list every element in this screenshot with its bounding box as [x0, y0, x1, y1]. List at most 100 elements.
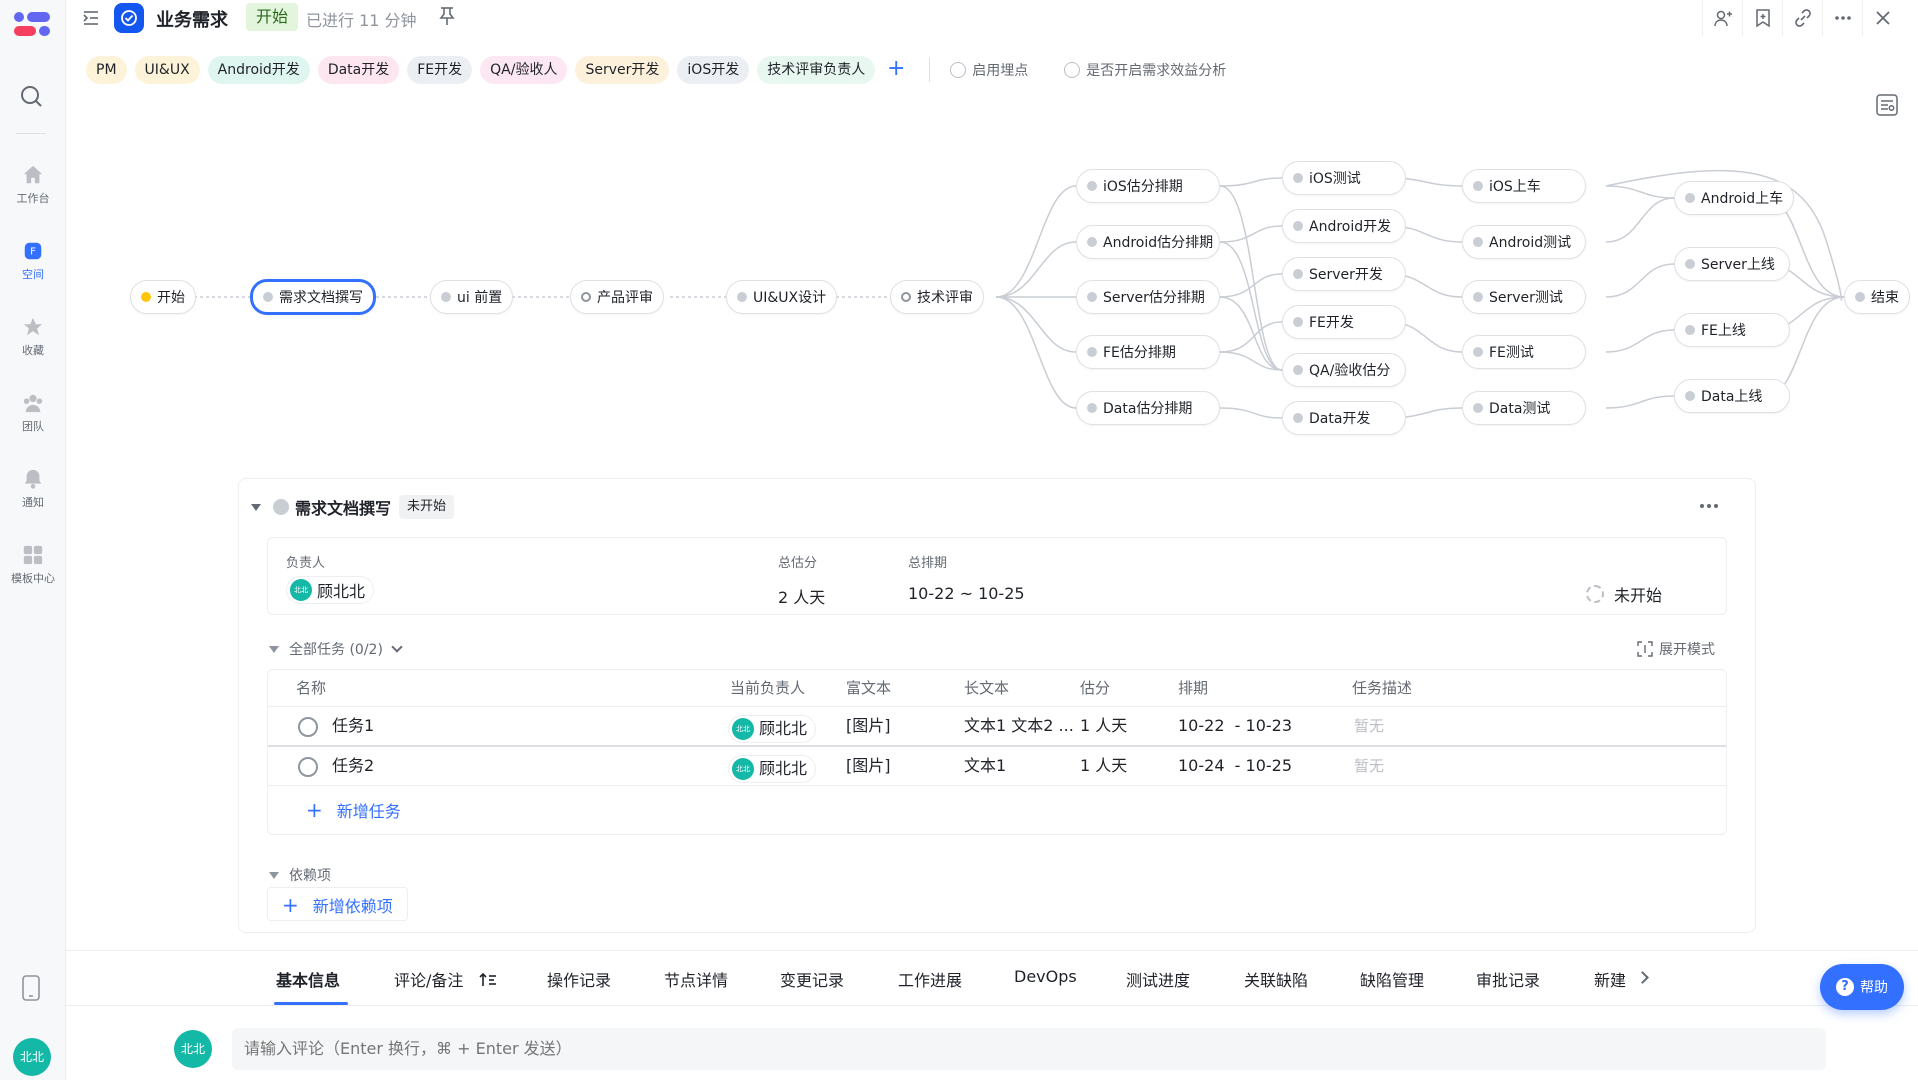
node-more-icon[interactable] [1699, 503, 1719, 509]
tab-basic-info[interactable]: 基本信息 [276, 967, 340, 991]
flow-node-server-test[interactable]: Server测试 [1462, 280, 1586, 314]
rail-item-notifications[interactable]: 通知 [0, 468, 66, 510]
sort-icon[interactable] [478, 972, 497, 988]
copy-link-button[interactable] [1782, 0, 1822, 36]
tab-comments[interactable]: 评论/备注 [394, 967, 497, 991]
flow-node-doc[interactable]: 需求文档撰写 [250, 279, 376, 315]
flow-node-end[interactable]: 结束 [1844, 280, 1910, 314]
bookmark-button[interactable] [1742, 0, 1782, 36]
flow-node-server-online[interactable]: Server上线 [1674, 247, 1790, 281]
add-task-button[interactable]: + 新增任务 [306, 798, 401, 822]
deps-caret-icon[interactable] [269, 871, 279, 879]
table-row[interactable]: 任务1 北北 顾北北 [图片] 文本1 文本2 ... 1 人天 10-22 - … [268, 707, 1726, 745]
task-description[interactable]: 暂无 [1354, 707, 1384, 745]
task-rich-text[interactable]: [图片] [846, 747, 891, 785]
task-owner[interactable]: 北北 顾北北 [728, 712, 817, 743]
deps-section-header[interactable]: 依赖项 [269, 865, 331, 885]
search-icon[interactable] [19, 84, 43, 108]
tab-node-details[interactable]: 节点详情 [664, 967, 728, 991]
flow-node-android-dev[interactable]: Android开发 [1282, 209, 1406, 243]
tab-devops[interactable]: DevOps [1014, 967, 1077, 986]
chevron-right-icon[interactable] [1636, 971, 1649, 984]
task-name[interactable]: 任务1 [332, 707, 374, 745]
task-description[interactable]: 暂无 [1354, 747, 1384, 785]
rail-item-space[interactable]: F 空间 [0, 240, 66, 282]
flow-node-data-test[interactable]: Data测试 [1462, 391, 1586, 425]
owner-chip[interactable]: 北北 顾北北 [728, 715, 817, 743]
table-row[interactable]: 任务2 北北 顾北北 [图片] 文本1 1 人天 10-24 - 10-25 暂无 [268, 747, 1726, 785]
task-name[interactable]: 任务2 [332, 747, 374, 785]
task-long-text[interactable]: 文本1 文本2 ... [964, 707, 1074, 745]
flow-node-data-online[interactable]: Data上线 [1674, 379, 1790, 413]
task-schedule[interactable]: 10-24 - 10-25 [1178, 747, 1292, 785]
rail-item-templates[interactable]: 模板中心 [0, 544, 66, 586]
role-chip-fe[interactable]: FE开发 [407, 56, 473, 84]
tracking-option[interactable]: 启用埋点 [950, 60, 1028, 80]
rail-item-workbench[interactable]: 工作台 [0, 164, 66, 206]
flow-node-ui-pre[interactable]: ui 前置 [430, 280, 514, 314]
role-chip-uiux[interactable]: UI&UX [134, 56, 200, 84]
tab-work-progress[interactable]: 工作进展 [898, 967, 962, 991]
flow-node-fe-test[interactable]: FE测试 [1462, 335, 1586, 369]
flow-node-android-est[interactable]: Android估分排期 [1076, 225, 1220, 259]
role-chip-pm[interactable]: PM [86, 56, 127, 84]
flow-node-fe-dev[interactable]: FE开发 [1282, 305, 1406, 339]
tab-approval-log[interactable]: 审批记录 [1476, 967, 1540, 991]
flow-node-android-test[interactable]: Android测试 [1462, 225, 1586, 259]
role-chip-qa[interactable]: QA/验收人 [480, 56, 568, 84]
expand-mode-button[interactable]: 展开模式 [1637, 639, 1715, 659]
flow-node-fe-online[interactable]: FE上线 [1674, 313, 1790, 347]
tab-test-progress[interactable]: 测试进度 [1126, 967, 1190, 991]
role-chip-data[interactable]: Data开发 [317, 56, 400, 84]
owner-chip[interactable]: 北北 顾北北 [286, 576, 375, 604]
add-dependency-button[interactable]: + 新增依赖项 [267, 887, 408, 921]
comment-input[interactable] [232, 1028, 1826, 1070]
task-long-text[interactable]: 文本1 [964, 747, 1006, 785]
add-role-button[interactable]: + [883, 57, 909, 83]
members-button[interactable] [1702, 0, 1742, 36]
flow-node-tech-review[interactable]: 技术评审 [890, 280, 984, 314]
role-chip-tech-review[interactable]: 技术评审负责人 [757, 56, 876, 84]
rail-item-team[interactable]: 团队 [0, 392, 66, 434]
schedule-value[interactable]: 10-22 ~ 10-25 [908, 584, 1025, 603]
collapse-menu-icon[interactable] [82, 9, 100, 27]
tab-operation-log[interactable]: 操作记录 [547, 967, 611, 991]
progress-status[interactable]: 未开始 [1585, 582, 1662, 606]
flow-node-qa-est[interactable]: QA/验收估分 [1282, 353, 1406, 387]
node-detail-header[interactable]: 需求文档撰写 未开始 [251, 495, 455, 519]
mobile-icon[interactable] [22, 975, 40, 1001]
flow-node-ios-test[interactable]: iOS测试 [1282, 161, 1406, 195]
flow-node-fe-est[interactable]: FE估分排期 [1076, 335, 1220, 369]
flow-node-start[interactable]: 开始 [130, 280, 196, 314]
tasks-caret-icon[interactable] [269, 645, 279, 653]
flow-node-server-est[interactable]: Server估分排期 [1076, 280, 1220, 314]
task-rich-text[interactable]: [图片] [846, 707, 891, 745]
flow-node-ios-est[interactable]: iOS估分排期 [1076, 169, 1220, 203]
more-button[interactable] [1822, 0, 1862, 36]
task-estimate[interactable]: 1 人天 [1080, 747, 1127, 785]
task-owner[interactable]: 北北 顾北北 [728, 752, 817, 783]
flow-node-data-dev[interactable]: Data开发 [1282, 401, 1406, 435]
chevron-down-icon[interactable] [391, 641, 403, 653]
role-chip-server[interactable]: Server开发 [575, 56, 670, 84]
flow-node-ios-car[interactable]: iOS上车 [1462, 169, 1586, 203]
owner-chip[interactable]: 北北 顾北北 [728, 755, 817, 783]
rail-item-favorites[interactable]: 收藏 [0, 316, 66, 358]
task-complete-radio[interactable] [298, 757, 318, 777]
view-settings-icon[interactable] [1876, 94, 1898, 116]
user-avatar[interactable]: 北北 [13, 1038, 51, 1076]
estimate-value[interactable]: 2 人天 [778, 584, 825, 608]
flow-node-android-car[interactable]: Android上车 [1674, 181, 1794, 215]
tracking-radio[interactable] [950, 62, 967, 78]
tab-change-log[interactable]: 变更记录 [780, 967, 844, 991]
flow-node-design[interactable]: UI&UX设计 [726, 280, 838, 314]
benefit-analysis-option[interactable]: 是否开启需求效益分析 [1064, 60, 1226, 80]
role-chip-android[interactable]: Android开发 [207, 56, 310, 84]
tab-related-defects[interactable]: 关联缺陷 [1244, 967, 1308, 991]
tab-defect-management[interactable]: 缺陷管理 [1360, 967, 1424, 991]
task-estimate[interactable]: 1 人天 [1080, 707, 1127, 745]
task-complete-radio[interactable] [298, 717, 318, 737]
benefit-analysis-radio[interactable] [1064, 62, 1081, 78]
flow-node-data-est[interactable]: Data估分排期 [1076, 391, 1220, 425]
role-chip-ios[interactable]: iOS开发 [677, 56, 750, 84]
